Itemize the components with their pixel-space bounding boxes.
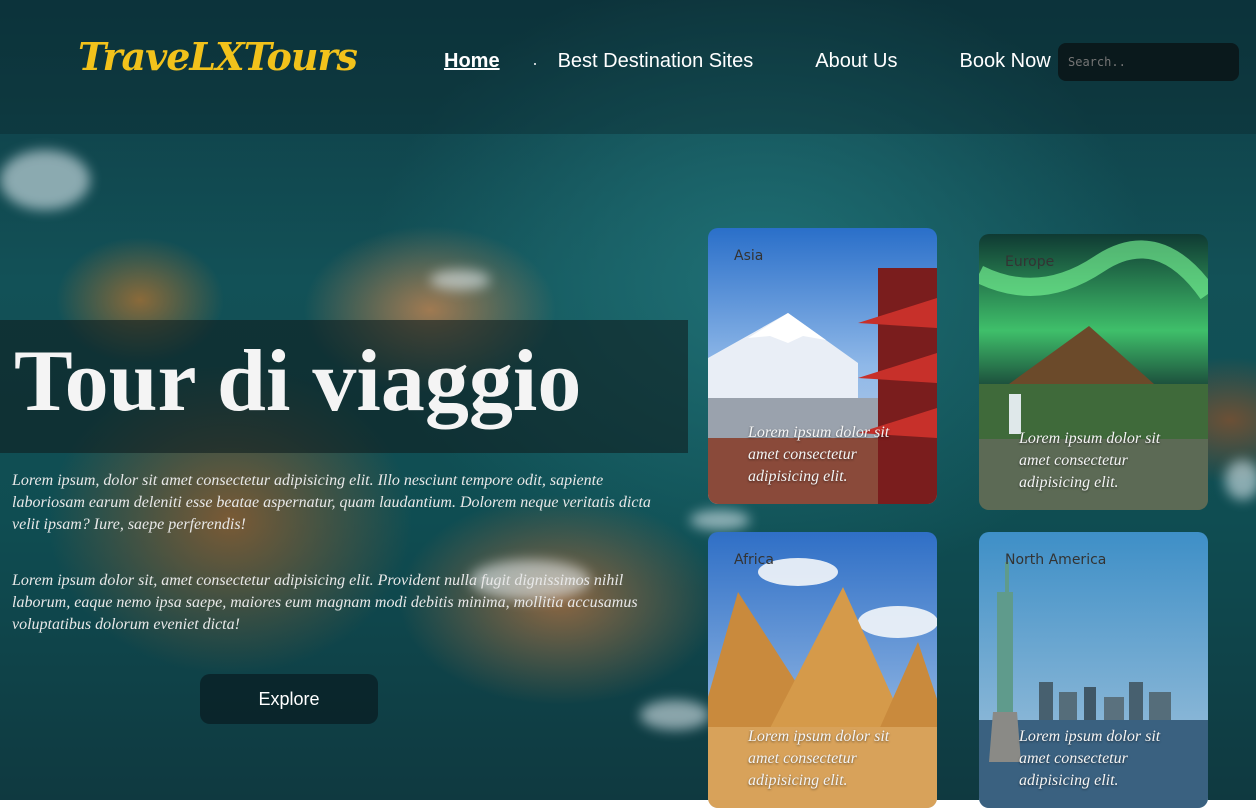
card-text-asia: Lorem ipsum dolor sit amet consectetur a… [748,424,890,485]
site-logo[interactable]: TraveLXTours [78,34,358,79]
nav-about-link[interactable]: About Us [815,50,897,73]
card-label-north-america: North America [1005,552,1107,568]
explore-button[interactable]: Explore [200,674,378,724]
destination-card-europe[interactable]: Europe Lorem ipsum dolor sit amet consec… [979,234,1208,510]
card-label-africa: Africa [734,552,774,568]
card-text-north-america: Lorem ipsum dolor sit amet consectetur a… [1019,728,1161,789]
card-label-asia: Asia [734,248,764,264]
search-input[interactable] [1058,43,1239,81]
hero-paragraph-2: Lorem ipsum dolor sit, amet consectetur … [12,572,638,633]
destination-card-africa[interactable]: Africa Lorem ipsum dolor sit amet consec… [708,532,937,808]
destination-card-north-america[interactable]: North America Lorem ipsum dolor sit amet… [979,532,1208,808]
nav-separator-dot [534,63,536,65]
hero-title: Tour di viaggio [14,333,582,430]
nav-home-link[interactable]: Home [444,50,500,73]
card-label-europe: Europe [1005,254,1055,270]
main-nav: Home Best Destination Sites About Us Boo… [444,50,1051,73]
destination-card-asia[interactable]: Asia Lorem ipsum dolor sit amet consecte… [708,228,937,504]
nav-book-link[interactable]: Book Now [960,50,1051,73]
card-text-africa: Lorem ipsum dolor sit amet consectetur a… [748,728,890,789]
hero-paragraph-1: Lorem ipsum, dolor sit amet consectetur … [12,472,651,533]
card-text-europe: Lorem ipsum dolor sit amet consectetur a… [1019,430,1161,491]
nav-destinations-link[interactable]: Best Destination Sites [558,50,754,73]
